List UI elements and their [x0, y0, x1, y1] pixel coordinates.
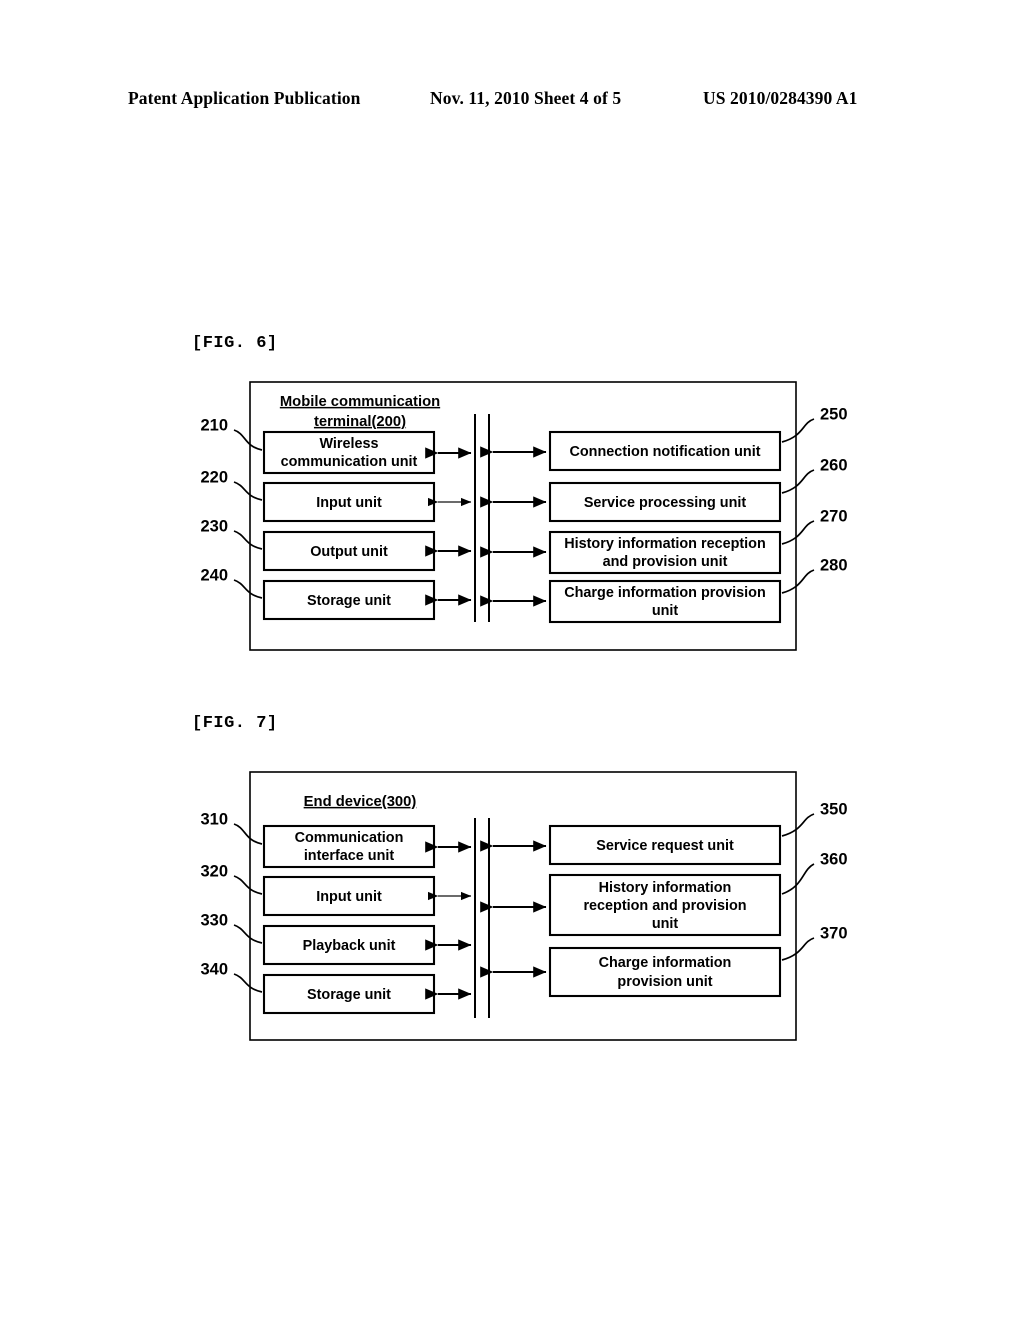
figure-7-label: [FIG. 7]: [192, 714, 278, 733]
ref-number-240: 240: [200, 566, 228, 584]
leader-line-370: [781, 937, 815, 961]
leader-line-340: [233, 973, 263, 993]
ref-number-270: 270: [820, 507, 848, 525]
unit-box-220-label: Input unit: [316, 495, 382, 511]
unit-box-280-label-line-2: unit: [652, 603, 679, 619]
unit-box-210-label-line-1: Wireless: [319, 436, 378, 452]
leader-line-320: [233, 875, 263, 895]
leader-line-210: [233, 429, 263, 451]
ref-number-320: 320: [200, 862, 228, 880]
leader-line-260: [781, 469, 815, 494]
unit-box-230[interactable]: Output unit: [262, 530, 436, 572]
ref-number-220: 220: [200, 468, 228, 486]
unit-box-340-label: Storage unit: [307, 987, 391, 1003]
ref-number-230: 230: [200, 517, 228, 535]
ref-number-340: 340: [200, 960, 228, 978]
ref-number-350: 350: [820, 800, 848, 818]
leader-line-220: [233, 481, 263, 501]
unit-box-280[interactable]: Charge information provision unit: [548, 579, 782, 624]
unit-box-350[interactable]: Service request unit: [548, 824, 782, 866]
unit-box-310-label-line-1: Communication: [295, 830, 404, 846]
unit-box-240-label: Storage unit: [307, 593, 391, 609]
unit-box-320[interactable]: Input unit: [262, 875, 436, 917]
figure-6-title-line-2: terminal(200): [314, 414, 406, 430]
unit-box-280-label-line-1: Charge information provision: [564, 585, 765, 601]
leader-line-280: [781, 569, 815, 594]
unit-box-210[interactable]: Wireless communication unit: [262, 430, 436, 475]
unit-box-360-label-line-1: History information: [599, 880, 732, 896]
ref-number-370: 370: [820, 924, 848, 942]
unit-box-360[interactable]: History information reception and provis…: [548, 873, 782, 937]
unit-box-260[interactable]: Service processing unit: [548, 481, 782, 523]
leader-line-330: [233, 924, 263, 944]
publication-header: Patent Application Publication Nov. 11, …: [0, 88, 1024, 114]
header-date-sheet: Nov. 11, 2010 Sheet 4 of 5: [430, 88, 622, 108]
unit-box-310[interactable]: Communication interface unit: [262, 824, 436, 869]
unit-box-340[interactable]: Storage unit: [262, 973, 436, 1015]
leader-line-350: [781, 813, 815, 837]
ref-number-250: 250: [820, 405, 848, 423]
figure-7-title: End device(300): [304, 794, 417, 810]
leader-line-250: [781, 418, 815, 443]
patent-page: Patent Application Publication Nov. 11, …: [0, 0, 1024, 1320]
unit-box-350-label: Service request unit: [596, 838, 734, 854]
ref-number-360: 360: [820, 850, 848, 868]
unit-box-330[interactable]: Playback unit: [262, 924, 436, 966]
unit-box-240[interactable]: Storage unit: [262, 579, 436, 621]
unit-box-320-label: Input unit: [316, 889, 382, 905]
leader-line-310: [233, 823, 263, 845]
unit-box-360-label-line-3: unit: [652, 916, 679, 932]
ref-number-330: 330: [200, 911, 228, 929]
figure-6-diagram: Mobile communication terminal(200) Wirel…: [180, 370, 860, 660]
unit-box-330-label: Playback unit: [303, 938, 396, 954]
unit-box-360-label-line-2: reception and provision: [583, 898, 746, 914]
unit-box-370-label-line-1: Charge information: [599, 955, 732, 971]
unit-box-250[interactable]: Connection notification unit: [548, 430, 782, 472]
unit-box-210-label-line-2: communication unit: [281, 454, 418, 470]
leader-line-230: [233, 530, 263, 550]
unit-box-270-label-line-1: History information reception: [564, 536, 766, 552]
unit-box-220[interactable]: Input unit: [262, 481, 436, 523]
ref-number-210: 210: [200, 416, 228, 434]
unit-box-230-label: Output unit: [310, 544, 388, 560]
ref-number-310: 310: [200, 810, 228, 828]
unit-box-270[interactable]: History information reception and provis…: [548, 530, 782, 575]
unit-box-250-label: Connection notification unit: [569, 444, 760, 460]
ref-number-280: 280: [820, 556, 848, 574]
header-publication-number: US 2010/0284390 A1: [703, 88, 858, 108]
figure-6-label: [FIG. 6]: [192, 334, 278, 353]
leader-line-360: [781, 863, 815, 895]
unit-box-270-label-line-2: and provision unit: [603, 554, 728, 570]
unit-box-370-label-line-2: provision unit: [617, 974, 712, 990]
unit-box-260-label: Service processing unit: [584, 495, 747, 511]
figure-7-diagram: End device(300) Communication interface …: [180, 760, 860, 1050]
header-publication-type: Patent Application Publication: [128, 88, 361, 108]
leader-line-270: [781, 520, 815, 545]
ref-number-260: 260: [820, 456, 848, 474]
figure-6-title-line-1: Mobile communication: [280, 394, 440, 410]
unit-box-370[interactable]: Charge information provision unit: [548, 946, 782, 998]
unit-box-310-label-line-2: interface unit: [304, 848, 395, 864]
leader-line-240: [233, 579, 263, 599]
